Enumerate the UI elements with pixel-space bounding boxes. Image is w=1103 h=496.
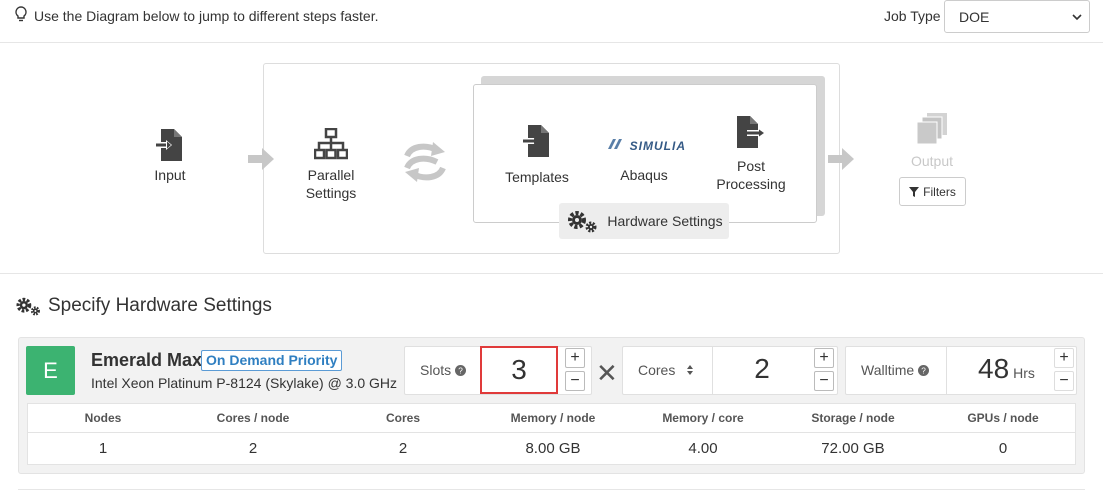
hint-text: Use the Diagram below to jump to differe… (34, 7, 379, 24)
slots-decrement-button[interactable]: − (565, 371, 585, 391)
templates-label: Templates (505, 169, 569, 185)
walltime-value: 48 (978, 353, 1010, 384)
table-header-cores-per-node: Cores / node (216, 411, 290, 425)
cores-decrement-button[interactable]: − (814, 371, 834, 391)
exchange-icon (404, 142, 446, 182)
simulia-logo-icon (607, 139, 622, 149)
job-type-label: Job Type (884, 8, 941, 24)
section-title: Specify Hardware Settings (14, 294, 272, 318)
table-header-memory-per-core: Memory / core (662, 411, 744, 425)
chevron-down-icon (1072, 14, 1082, 21)
hardware-logo: E (26, 346, 75, 395)
abaqus-label: Abaqus (620, 167, 668, 183)
top-divider (0, 42, 1103, 43)
diagram-node-input[interactable]: Input (140, 128, 200, 184)
job-type-value: DOE (959, 9, 990, 25)
slots-input[interactable]: 3 (480, 346, 558, 394)
walltime-label-group: Walltime ? (861, 362, 930, 378)
section-title-text: Specify Hardware Settings (48, 295, 272, 316)
parallel-label-1: Parallel (307, 167, 355, 183)
input-label: Input (154, 167, 186, 183)
file-import-icon (523, 125, 549, 157)
simulia-logo-text: SIMULIA (629, 139, 686, 153)
cores-label: Cores (638, 362, 676, 378)
walltime-label: Walltime (861, 362, 915, 378)
diagram-node-parallel-settings[interactable]: Parallel Settings (296, 128, 366, 202)
walltime-increment-button[interactable]: + (1054, 348, 1074, 368)
diagram-node-output[interactable]: Output (902, 112, 962, 170)
table-header-cores: Cores (385, 411, 420, 425)
post-label-1: Post (736, 158, 765, 174)
job-type-select[interactable]: DOE (944, 0, 1090, 33)
bottom-divider (18, 489, 1085, 490)
hardware-cpu: Intel Xeon Platinum P-8124 (Skylake) @ 3… (91, 375, 398, 391)
priority-badge[interactable]: On Demand Priority (201, 350, 343, 371)
table-header-divider (28, 432, 1075, 433)
hardware-name: Emerald Max (91, 350, 203, 370)
filter-icon (909, 186, 920, 197)
walltime-input[interactable]: 48 Hrs (978, 353, 1035, 385)
simulia-logo: SIMULIA (602, 137, 686, 155)
slots-label: Slots (420, 362, 452, 378)
copy-icon (916, 113, 947, 145)
parallel-label-2: Settings (305, 185, 357, 201)
table-cell-gpus-per-node: 0 (998, 440, 1008, 457)
help-icon[interactable]: ? (918, 364, 930, 376)
table-cell-nodes: 1 (98, 440, 108, 457)
gears-icon (16, 297, 40, 316)
gears-icon (568, 211, 597, 233)
lightbulb-icon (14, 6, 28, 25)
arrow-right-icon (248, 148, 274, 170)
cores-divider (712, 346, 713, 395)
post-label-2: Processing (716, 176, 786, 192)
file-import-icon (156, 129, 182, 161)
table-header-memory-per-node: Memory / node (510, 411, 596, 425)
filters-button[interactable]: Filters (899, 177, 966, 206)
cores-increment-button[interactable]: + (814, 348, 834, 368)
slots-increment-button[interactable]: + (565, 348, 585, 368)
table-cell-cores-per-node: 2 (248, 440, 258, 457)
hardware-summary-table: Nodes Cores / node Cores Memory / node M… (27, 403, 1076, 465)
cores-select[interactable]: Cores (638, 362, 695, 378)
walltime-decrement-button[interactable]: − (1054, 371, 1074, 391)
table-cell-cores: 2 (398, 440, 408, 457)
table-header-nodes: Nodes (84, 411, 122, 425)
svg-text:?: ? (458, 366, 463, 375)
help-icon[interactable]: ? (455, 364, 467, 376)
slots-value: 3 (511, 354, 527, 385)
table-header-gpus-per-node: GPUs / node (967, 411, 1039, 425)
walltime-unit: Hrs (1013, 365, 1035, 381)
multiply-icon: ✕ (596, 358, 618, 388)
table-cell-memory-per-node: 8.00 GB (525, 440, 581, 457)
svg-text:?: ? (921, 366, 926, 375)
output-label: Output (910, 153, 954, 169)
file-export-icon (737, 116, 764, 148)
diagram-divider (0, 273, 1103, 274)
arrow-right-icon (828, 148, 854, 170)
sort-icon (687, 365, 694, 375)
hardware-settings-badge[interactable]: Hardware Settings (559, 203, 729, 239)
hardware-settings-label: Hardware Settings (607, 213, 723, 229)
walltime-divider (946, 346, 947, 395)
table-cell-storage-per-node: 72.00 GB (821, 440, 885, 457)
table-cell-memory-per-core: 4.00 (688, 440, 718, 457)
diagram-node-templates[interactable]: Templates (502, 124, 572, 186)
diagram-node-abaqus[interactable]: SIMULIA Abaqus (602, 137, 686, 184)
slots-label-group: Slots ? (420, 362, 467, 378)
diagram-hint: Use the Diagram below to jump to differe… (14, 6, 378, 25)
sitemap-icon (314, 128, 348, 160)
cores-value[interactable]: 2 (722, 353, 802, 385)
filters-label: Filters (923, 184, 956, 199)
diagram-node-post-processing[interactable]: Post Processing (713, 115, 789, 193)
table-header-storage-per-node: Storage / node (811, 411, 895, 425)
